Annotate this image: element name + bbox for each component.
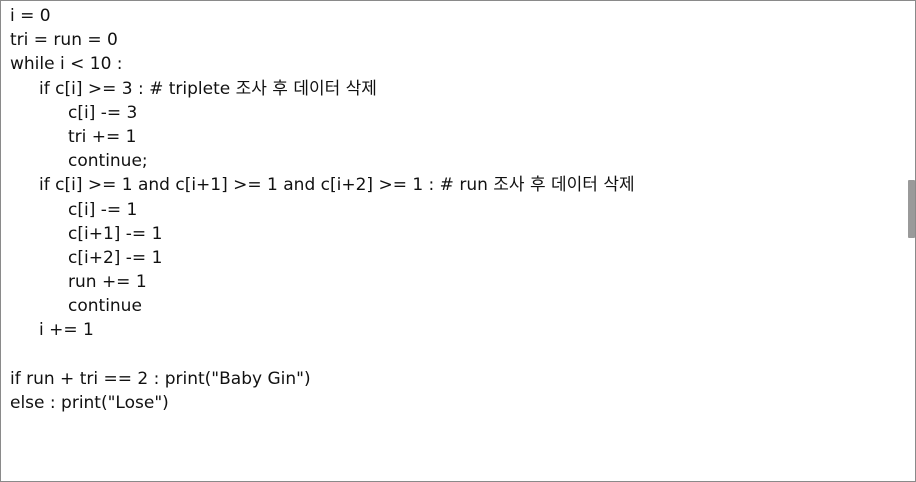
code-line-2: tri = run = 0 [10, 30, 118, 51]
code-line-9: c[i] -= 1 [68, 199, 138, 220]
code-area[interactable]: i = 0 tri = run = 0 while i < 10 : if c[… [10, 4, 901, 415]
code-line-14: i += 1 [39, 320, 94, 341]
code-editor[interactable]: i = 0 tri = run = 0 while i < 10 : if c[… [0, 0, 916, 482]
code-line-11: c[i+2] -= 1 [68, 247, 163, 268]
code-line-4: if c[i] >= 3 : # triplete 조사 후 데이터 삭제 [39, 78, 377, 99]
code-line-6: tri += 1 [68, 126, 137, 147]
scrollbar-thumb[interactable] [908, 180, 915, 238]
code-line-16: if run + tri == 2 : print("Baby Gin") [10, 368, 311, 389]
code-line-1: i = 0 [10, 6, 51, 26]
vertical-scrollbar[interactable] [907, 1, 915, 481]
code-line-3: while i < 10 : [10, 54, 123, 75]
code-line-13: continue [68, 296, 142, 317]
code-line-8: if c[i] >= 1 and c[i+1] >= 1 and c[i+2] … [39, 175, 635, 196]
code-line-12: run += 1 [68, 272, 147, 293]
code-line-10: c[i+1] -= 1 [68, 223, 163, 244]
code-line-17: else : print("Lose") [10, 393, 169, 413]
code-line-7: continue; [68, 151, 148, 172]
code-line-5: c[i] -= 3 [68, 102, 138, 123]
